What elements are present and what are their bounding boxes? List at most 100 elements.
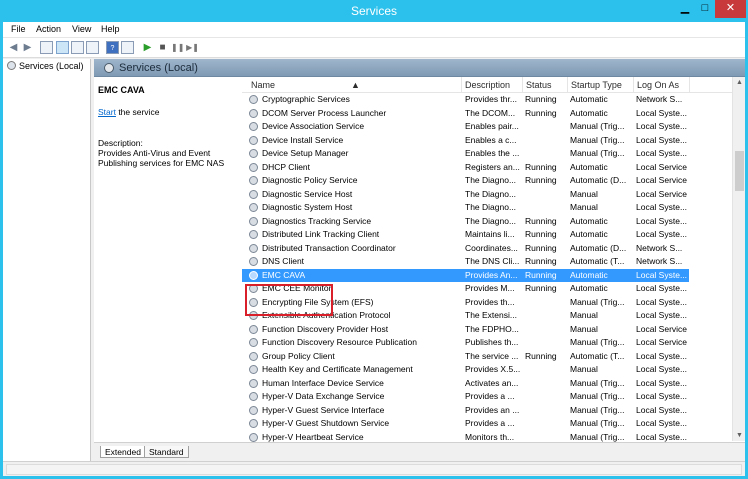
help-icon[interactable]: ? [106, 41, 119, 54]
menu-action[interactable]: Action [36, 24, 61, 34]
service-row[interactable]: Cryptographic Services Provides thr... Run… [242, 93, 689, 107]
stop-icon[interactable]: ■ [156, 41, 169, 54]
service-name-cell: Hyper-V Guest Shutdown Service [262, 418, 390, 428]
service-logon-cell: Local Syste... [636, 404, 688, 415]
service-description-cell: The Diagno... [465, 175, 517, 185]
service-description-cell: Provides a ... [465, 391, 515, 401]
service-row[interactable]: Hyper-V Data Exchange Service Provides a … [242, 390, 689, 404]
service-name-cell: Extensible Authentication Protocol [262, 310, 391, 320]
service-startup-cell: Manual (Trig... [570, 404, 625, 415]
service-description-cell: Enables a c... [465, 134, 517, 145]
properties-icon[interactable] [56, 41, 69, 54]
service-gear-icon [249, 270, 258, 280]
service-row[interactable]: Function Discovery Provider Host The FDPH… [242, 323, 689, 337]
start-service-link[interactable]: Start [98, 107, 116, 117]
scroll-thumb[interactable] [735, 151, 744, 191]
service-status-cell: Running [525, 269, 557, 280]
export-list-icon[interactable] [86, 41, 99, 54]
view-tabs: Extended Standard [94, 442, 745, 461]
service-logon-cell: Local Syste... [636, 215, 688, 226]
forward-icon[interactable]: ▶ [21, 41, 34, 54]
service-row[interactable]: Distributed Transaction Coordinator Coord… [242, 242, 689, 256]
service-row[interactable]: Function Discovery Resource Publication P… [242, 336, 689, 350]
service-description-cell: The FDPHO... [465, 323, 519, 334]
service-row[interactable]: Health Key and Certificate Management Pro… [242, 363, 689, 377]
service-gear-icon [249, 95, 258, 104]
service-row[interactable]: Diagnostic System Host The Diagno... Manua… [242, 201, 689, 215]
vertical-scrollbar[interactable]: ▲ ▼ [732, 77, 745, 441]
pause-icon[interactable]: ❚❚ [171, 41, 184, 54]
column-startup-type[interactable]: Startup Type [571, 80, 622, 90]
column-divider[interactable] [633, 77, 634, 93]
service-row[interactable]: Diagnostic Service Host The Diagno... Manu… [242, 188, 689, 202]
service-row[interactable]: Group Policy Client The service ... Runnin… [242, 350, 689, 364]
service-row[interactable]: Hyper-V Guest Shutdown Service Provides a… [242, 417, 689, 431]
column-status[interactable]: Status [526, 80, 552, 90]
service-startup-cell: Automatic [570, 107, 608, 118]
service-row[interactable]: DHCP Client Registers an... Running Automat… [242, 161, 689, 175]
service-status-cell: Running [525, 242, 557, 253]
service-description-cell: Activates an... [465, 377, 519, 388]
scroll-up-icon[interactable]: ▲ [736, 79, 743, 86]
column-log-on-as[interactable]: Log On As [637, 80, 679, 90]
back-icon[interactable]: ◀ [7, 41, 20, 54]
service-startup-cell: Manual [570, 188, 598, 199]
service-row[interactable]: DCOM Server Process Launcher The DCOM... R… [242, 107, 689, 121]
tab-standard[interactable]: Standard [144, 446, 189, 458]
tab-extended[interactable]: Extended [100, 446, 146, 458]
service-row[interactable]: Hyper-V Guest Service Interface Provides … [242, 404, 689, 418]
service-row[interactable]: Human Interface Device Service Activates … [242, 377, 689, 391]
service-row[interactable]: Diagnostic Policy Service The Diagno... Ru… [242, 174, 689, 188]
service-startup-cell: Manual (Trig... [570, 377, 625, 388]
content-pane: Services (Local) EMC CAVA Start the serv… [94, 59, 745, 461]
service-gear-icon [249, 135, 258, 145]
maximize-button[interactable]: □ [695, 0, 715, 18]
show-hide-tree-icon[interactable] [40, 41, 53, 54]
refresh-icon[interactable] [71, 41, 84, 54]
service-row[interactable]: EMC CAVA Provides An... Running Automatic Lo… [242, 268, 689, 282]
service-row[interactable]: Extensible Authentication Protocol The Ex… [242, 309, 689, 323]
column-name[interactable]: Name [251, 80, 275, 90]
content-title: Services (Local) [119, 62, 198, 74]
service-name-cell: Health Key and Certificate Management [262, 364, 413, 374]
service-description-cell: Provides X.5... [465, 364, 521, 374]
tree-item-services-local[interactable]: Services (Local) [7, 61, 84, 71]
service-row[interactable]: Device Install Service Enables a c... Manu… [242, 134, 689, 148]
service-status-cell: Running [525, 350, 557, 361]
service-startup-cell: Manual (Trig... [570, 391, 625, 401]
column-divider[interactable] [689, 77, 690, 93]
scroll-down-icon[interactable]: ▼ [736, 432, 743, 439]
service-name-cell: Human Interface Device Service [262, 377, 384, 388]
service-name-cell: Diagnostic Service Host [262, 188, 353, 199]
service-name-cell: Distributed Transaction Coordinator [262, 242, 396, 253]
window-title: Services [350, 4, 397, 18]
minimize-button[interactable]: ▁ [675, 0, 695, 18]
menu-view[interactable]: View [72, 24, 91, 34]
service-row[interactable]: Diagnostics Tracking Service The Diagno..… [242, 215, 689, 229]
service-row[interactable]: DNS Client The DNS Cli... Running Automatic… [242, 255, 689, 269]
restart-icon[interactable]: ▶❚ [186, 41, 199, 54]
service-gear-icon [249, 338, 258, 347]
service-row[interactable]: Encrypting File System (EFS) Provides th.… [242, 296, 689, 310]
service-startup-cell: Manual (Trig... [570, 148, 625, 158]
service-startup-cell: Automatic (D... [570, 242, 627, 253]
close-button[interactable]: ✕ [715, 0, 746, 18]
menu-file[interactable]: File [11, 24, 26, 34]
column-divider[interactable] [567, 77, 568, 93]
start-line: Start the service [98, 107, 159, 117]
column-divider[interactable] [522, 77, 523, 93]
action-pane-icon[interactable] [121, 41, 134, 54]
column-divider[interactable] [461, 77, 462, 93]
column-description[interactable]: Description [465, 80, 510, 90]
service-row[interactable]: Distributed Link Tracking Client Maintain… [242, 228, 689, 242]
service-name-cell: Function Discovery Provider Host [262, 323, 389, 334]
service-row[interactable]: Device Setup Manager Enables the ... Manua… [242, 147, 689, 161]
service-row[interactable]: EMC CEE Monitor Provides M... Running Autom… [242, 282, 689, 296]
play-icon[interactable]: ▶ [141, 41, 154, 54]
service-name-cell: Cryptographic Services [262, 94, 350, 104]
service-description-cell: Coordinates... [465, 242, 518, 253]
service-logon-cell: Network S... [636, 256, 683, 266]
service-row[interactable]: Device Association Service Enables pair..… [242, 120, 689, 134]
service-startup-cell: Manual [570, 310, 598, 320]
menu-help[interactable]: Help [101, 24, 120, 34]
